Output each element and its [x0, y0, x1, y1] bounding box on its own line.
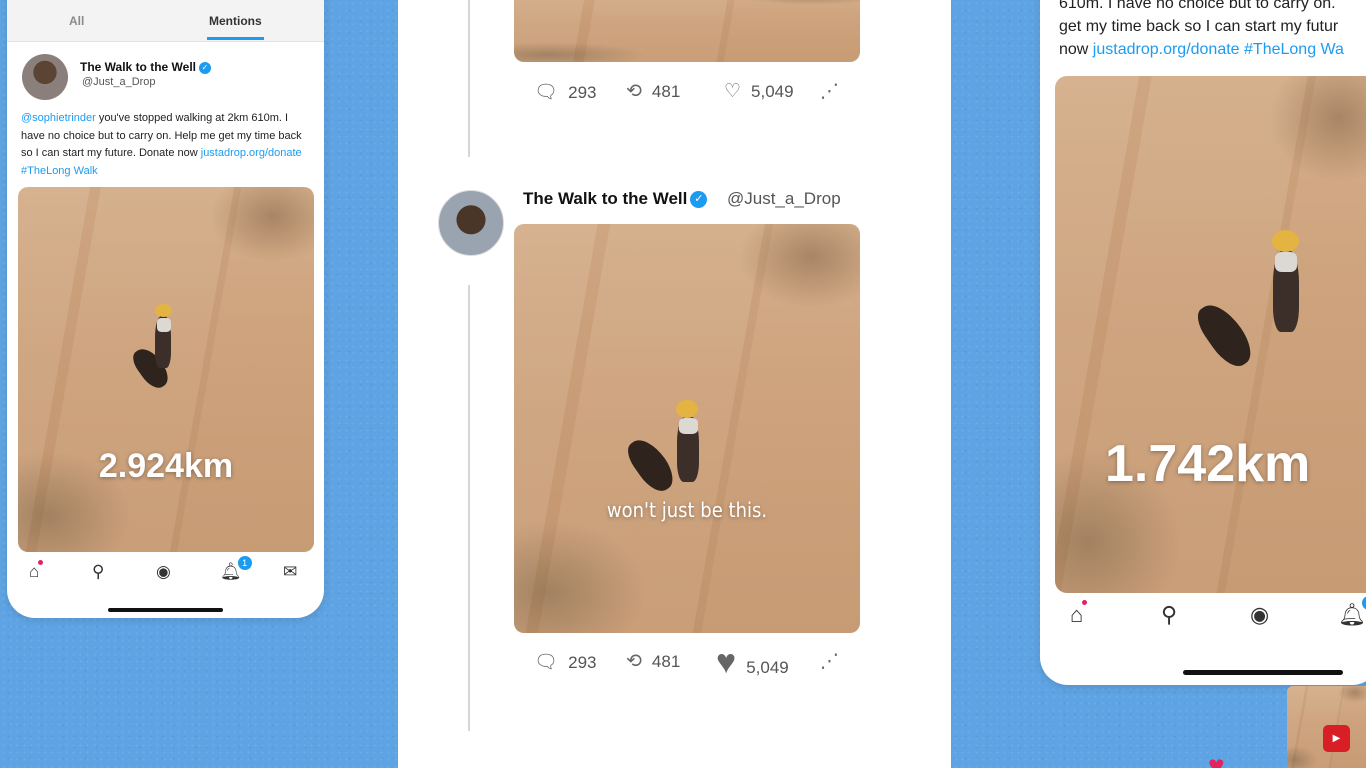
active-tab-indicator — [207, 37, 264, 40]
heart-filled-icon: ♥ — [716, 643, 737, 681]
donate-link[interactable]: justadrop.org/donate — [201, 147, 302, 159]
tweet-thread-panel: 🗨︎ 293 ⟲ 481 ♡ 5,049 ⋰ The Walk to the Well… — [398, 0, 951, 768]
home-dot-indicator — [38, 560, 44, 565]
author-handle: @Just_a_Drop — [82, 76, 156, 88]
tweet-text-now: now — [1059, 41, 1093, 58]
reply-icon: 🗨︎ — [534, 82, 559, 103]
verified-badge-icon: ✓ — [690, 191, 708, 209]
floating-heart-icon: ♥ — [1208, 750, 1225, 768]
home-indicator-bar[interactable] — [108, 608, 223, 612]
youtube-subscribe-icon[interactable]: ▶ — [1323, 725, 1350, 752]
retweet-icon: ⟲ — [626, 81, 642, 102]
bell-icon[interactable]: 🔔︎1 — [1338, 596, 1366, 628]
retweet-count: 481 — [651, 652, 681, 671]
like-count: 5,049 — [751, 82, 794, 101]
retweet-button[interactable]: ⟲ 481 — [626, 650, 680, 673]
author-name-text: The Walk to the Well — [80, 60, 197, 74]
verified-badge-icon: ✓ — [199, 61, 212, 74]
avatar[interactable] — [438, 190, 504, 256]
share-button[interactable]: ⋰ — [820, 80, 849, 103]
retweet-button[interactable]: ⟲ 481 — [626, 80, 680, 103]
notification-tabs: All Mentions — [7, 0, 324, 42]
notification-count-badge: 1 — [1361, 596, 1366, 610]
previous-tweet-video[interactable] — [514, 0, 860, 62]
bell-icon[interactable]: 🔔︎1 — [220, 556, 252, 582]
tweet-text-line-2: get my time back so I can start my futur — [1059, 18, 1339, 35]
tweet-video[interactable]: won't just be this. — [514, 224, 860, 633]
like-button[interactable]: ♥ 5,049 — [716, 645, 789, 679]
reply-count: 293 — [568, 83, 597, 102]
tweet-video[interactable]: 1.742km — [1055, 76, 1366, 593]
reply-button[interactable]: 🗨︎ 293 — [534, 650, 597, 674]
like-count: 5,049 — [746, 658, 789, 677]
spaces-icon[interactable]: ◉ — [1250, 602, 1269, 628]
tweet-text: @sophietrinder you've stopped walking at… — [21, 110, 311, 180]
tweet-video[interactable]: 2.924km — [18, 187, 314, 552]
author-name-text: The Walk to the Well — [523, 189, 688, 208]
right-phone-mockup: 610m. I have no choice but to carry on. … — [1040, 0, 1366, 685]
tweet-text: 610m. I have no choice but to carry on. … — [1059, 0, 1366, 61]
home-dot-indicator — [1082, 600, 1088, 605]
share-icon: ⋰ — [820, 651, 839, 672]
bottom-nav: ⌂ ⚲ ◉ 🔔︎1 — [1040, 596, 1366, 632]
spaces-icon[interactable]: ◉ — [156, 562, 171, 582]
heart-outline-icon: ♡ — [724, 81, 742, 102]
tab-mentions[interactable]: Mentions — [209, 14, 262, 28]
notification-count-badge: 1 — [237, 556, 252, 570]
video-caption: won't just be this. — [606, 498, 768, 522]
mention-link[interactable]: @sophietrinder — [21, 112, 96, 124]
author-handle: @Just_a_Drop — [727, 189, 841, 208]
home-indicator-bar[interactable] — [1183, 670, 1343, 675]
tweet-text-line-1: 610m. I have no choice but to carry on. — [1059, 0, 1336, 12]
hashtag-link[interactable]: #TheLong Walk — [21, 165, 98, 177]
reply-count: 293 — [568, 653, 597, 672]
mail-icon[interactable]: ✉ — [283, 562, 297, 582]
home-icon[interactable]: ⌂ — [29, 560, 44, 582]
retweet-icon: ⟲ — [626, 651, 642, 672]
search-icon[interactable]: ⚲ — [92, 562, 104, 582]
thread-line-bottom — [468, 285, 470, 731]
bottom-nav: ⌂ ⚲ ◉ 🔔︎ 1 ✉ — [7, 556, 324, 588]
home-icon[interactable]: ⌂ — [1070, 600, 1088, 628]
like-button[interactable]: ♡ 5,049 — [724, 80, 794, 103]
avatar[interactable] — [22, 54, 68, 100]
left-phone-mockup: All Mentions The Walk to the Well ✓ @Just… — [7, 0, 324, 618]
reply-button[interactable]: 🗨︎ 293 — [534, 80, 597, 104]
thread-line-top — [468, 0, 470, 157]
hashtag-link[interactable]: #TheLong Wa — [1244, 41, 1344, 58]
author-name[interactable]: The Walk to the Well ✓ — [523, 189, 708, 209]
retweet-count: 481 — [651, 82, 681, 101]
distance-overlay: 2.924km — [98, 447, 234, 485]
author-name[interactable]: The Walk to the Well ✓ — [80, 60, 212, 74]
search-icon[interactable]: ⚲ — [1161, 602, 1177, 628]
donate-link[interactable]: justadrop.org/donate — [1093, 41, 1240, 58]
tab-all[interactable]: All — [69, 14, 84, 28]
reply-icon: 🗨︎ — [534, 652, 559, 673]
distance-overlay: 1.742km — [1105, 435, 1311, 493]
share-button[interactable]: ⋰ — [820, 650, 849, 673]
share-icon: ⋰ — [820, 81, 839, 102]
tweet-text-line-3: now justadrop.org/donate #TheLong Wa — [1059, 38, 1366, 61]
